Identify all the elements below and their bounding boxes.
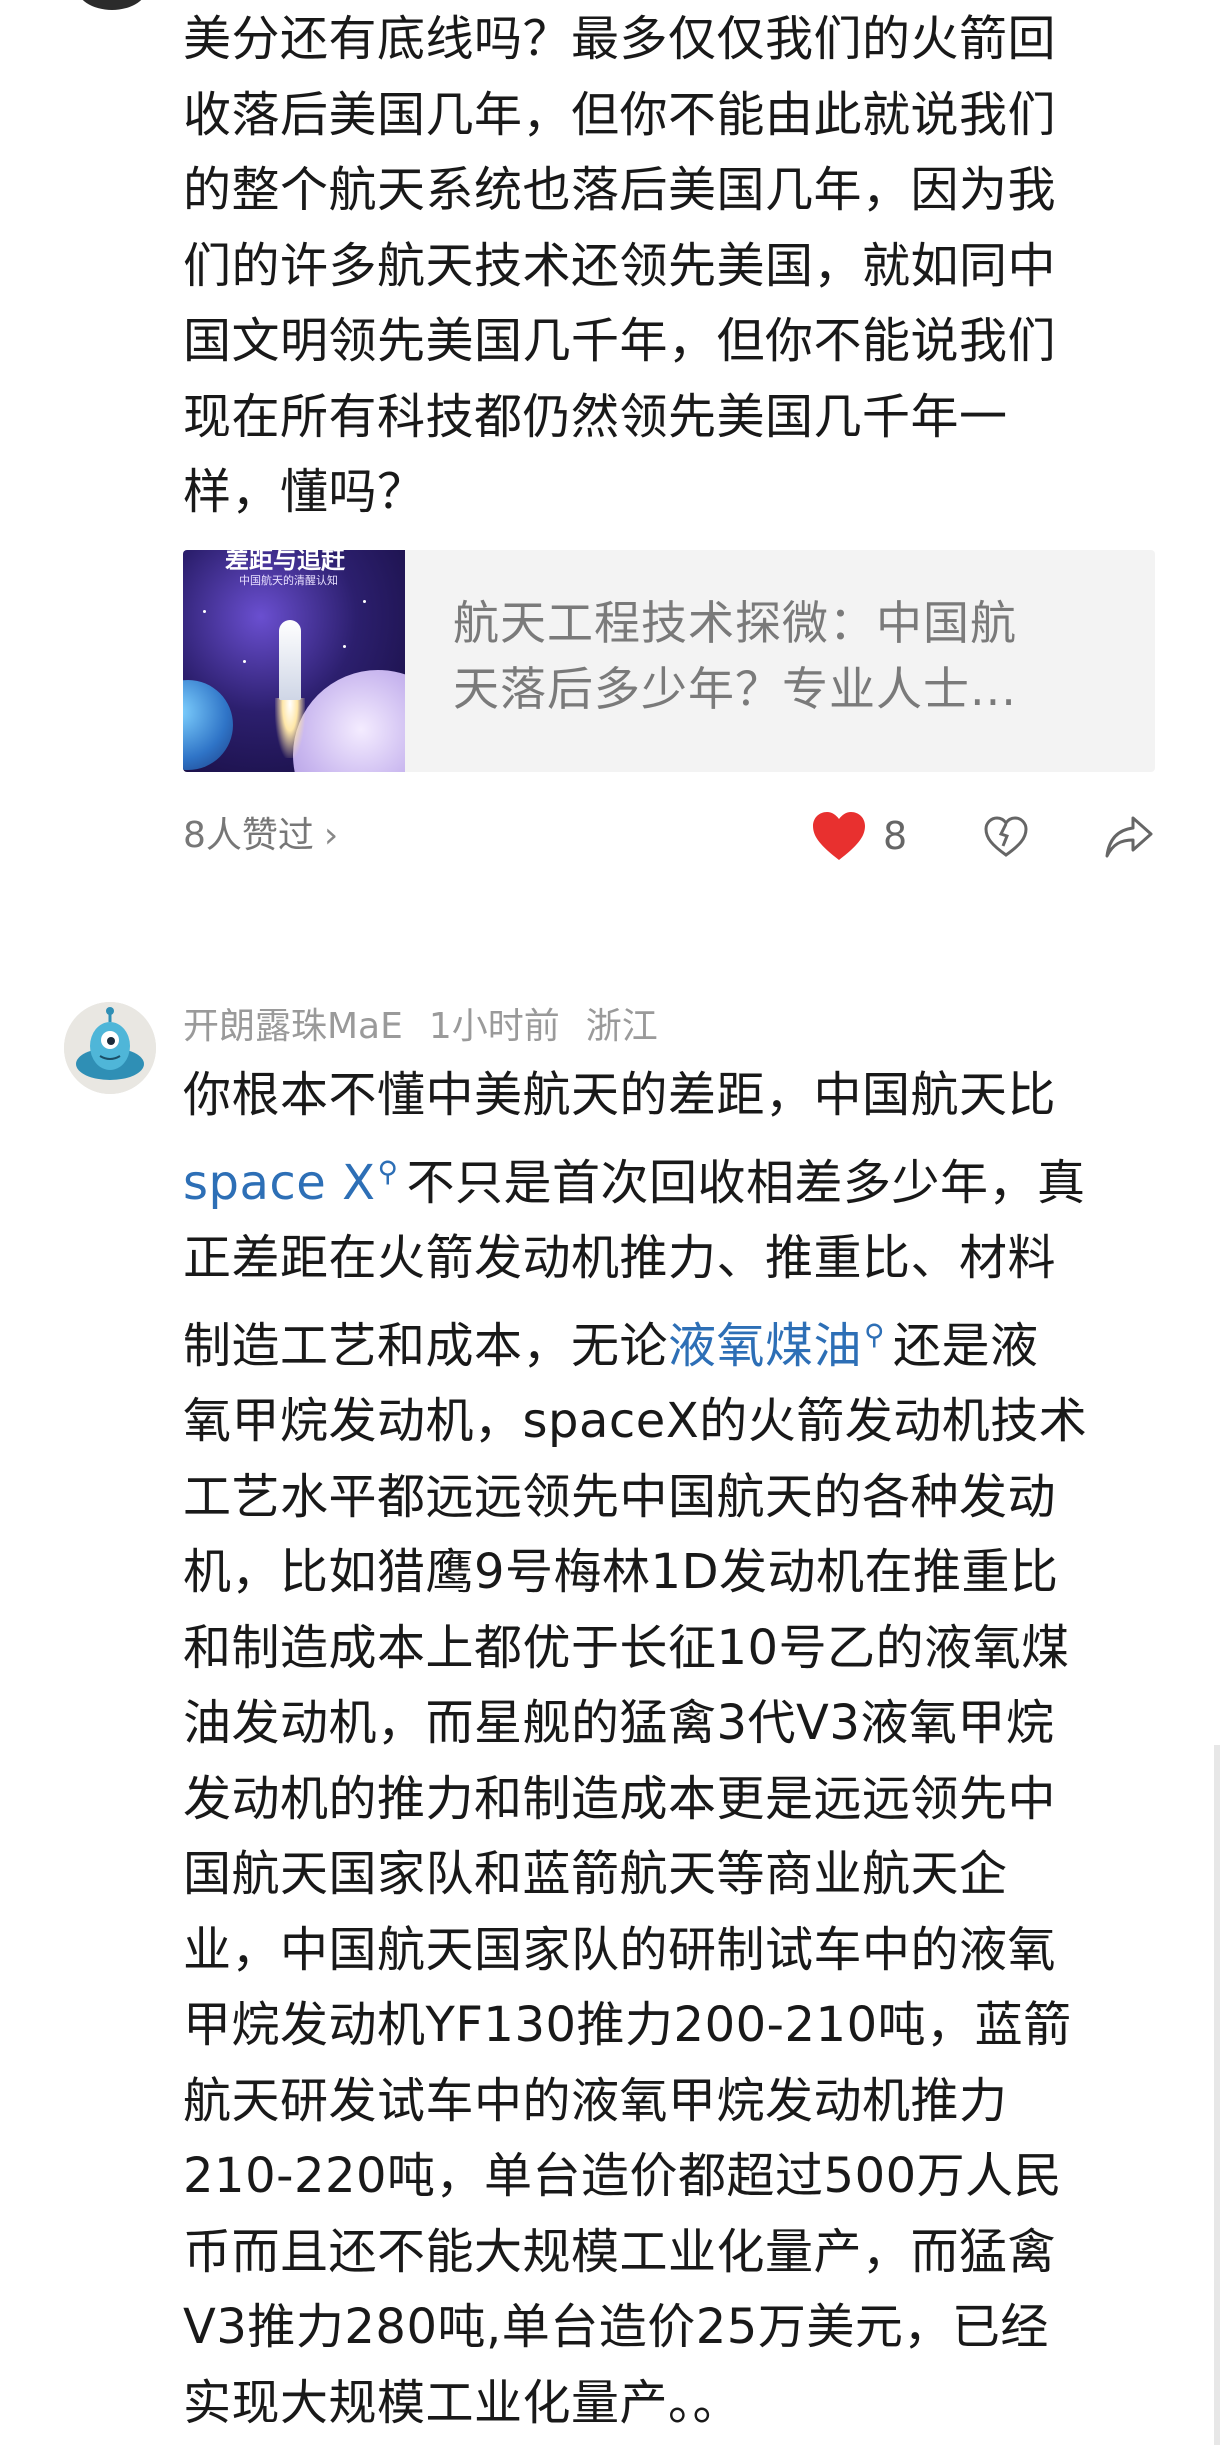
comment-text-line: V3推力280吨,单台造价25万美元，已经 (183, 2299, 1049, 2355)
thumbnail-subtitle: 中国航天的清醒认知 (239, 574, 338, 587)
comment-text-line: 制造工艺和成本，无论液氧煤油⚲ 还是液 (183, 1297, 1143, 1385)
chevron-right-icon: › (323, 815, 339, 856)
share-button[interactable] (1103, 812, 1155, 862)
alien-avatar-icon (64, 1002, 156, 1094)
like-count: 8 (883, 814, 908, 858)
avatar[interactable] (64, 1002, 156, 1094)
likes-summary-link[interactable]: 8人赞过 › (183, 808, 338, 864)
comment-action-bar: 8人赞过 › 8 (183, 808, 1163, 864)
comment-text-line: 的整个航天系统也落后美国几年，因为我 (183, 162, 1057, 218)
username[interactable]: 开朗露珠MaE (183, 1006, 403, 1047)
comment-text-fragment: 还是液 (893, 1317, 1039, 1374)
location: 浙江 (585, 1006, 658, 1047)
comment-text-line: 业，中国航天国家队的研制试车中的液氧 (183, 1921, 1057, 1978)
comment-text-line: 们的许多航天技术还领先美国，就如同中 (183, 237, 1057, 294)
comment-text-line: 美分还有底线吗？最多仅仅我们的火箭回 (183, 11, 1057, 67)
comment-text-line: 国文明领先美国几千年，但你不能说我们 (183, 313, 1057, 369)
comment-text-line: 航天研发试车中的液氧甲烷发动机推力 (183, 2072, 1008, 2129)
heart-outline-button[interactable] (981, 812, 1031, 862)
comment-text-line: 收落后美国几年，但你不能由此就说我们 (183, 86, 1057, 143)
lox-kerosene-search-link[interactable]: 液氧煤油 (668, 1318, 862, 1374)
search-icon[interactable]: ⚲ (864, 1297, 885, 1373)
comment-text-line: 币而且还不能大规模工业化量产，而猛禽 (183, 2223, 1057, 2280)
comment-1-text: 美分还有底线吗？最多仅仅我们的火箭回 收落后美国几年，但你不能由此就说我们 的整… (183, 2, 1143, 531)
search-icon[interactable]: ⚲ (377, 1134, 398, 1210)
comment-text-line: 发动机的推力和制造成本更是远远领先中 (183, 1770, 1057, 1827)
space-x-search-link[interactable]: space X (183, 1155, 375, 1211)
comment-text-line: 210-220吨，单台造价都超过500万人民 (183, 2148, 1063, 2204)
likes-summary-label: 8人赞过 (183, 815, 314, 856)
comment-2-text: 你根本不懂中美航天的差距，中国航天比 space X⚲ 不只是首次回收相差多少年，… (183, 1058, 1143, 2441)
comment-text-line: 正差距在火箭发动机推力、推重比、材料 (183, 1230, 1057, 1286)
heart-outline-icon (984, 816, 1028, 857)
article-title: 航天工程技术探微：中国航 天落后多少年？专业人士... (453, 590, 1133, 722)
comment-text-line: 氧甲烷发动机，spaceX的火箭发动机技术 (183, 1393, 1088, 1449)
previous-user-avatar[interactable] (76, 0, 148, 10)
comment-text-line: 国航天国家队和蓝箭航天等商业航天企 (183, 1846, 1008, 1902)
scrollbar[interactable] (1214, 1745, 1220, 2445)
comment-text-line: 现在所有科技都仍然领先美国几千年一 (183, 388, 1008, 445)
share-icon (1105, 816, 1153, 858)
like-button[interactable]: 8 (811, 808, 961, 864)
comment-text-fragment: 不只是首次回收相差多少年，真 (406, 1154, 1086, 1211)
comment-text-line: 你根本不懂中美航天的差距，中国航天比 (183, 1067, 1057, 1123)
comment-text-fragment: 制造工艺和成本，无论 (183, 1317, 669, 1374)
comment-text-line: 样，懂吗？ (183, 464, 426, 520)
heart-filled-icon (813, 812, 865, 860)
comment-text-line: 工艺水平都远远领先中国航天的各种发动 (183, 1468, 1057, 1525)
comment-text-line: space X⚲ 不只是首次回收相差多少年，真 (183, 1134, 1143, 1222)
comment-text-line: 油发动机，而星舰的猛禽3代V3液氧甲烷 (183, 1695, 1055, 1751)
comment-2-meta: 开朗露珠MaE 1小时前 浙江 (183, 1002, 684, 1052)
article-thumbnail: 差距与追赶 中国航天的清醒认知 (183, 550, 405, 772)
rocket-icon (279, 620, 301, 700)
timestamp: 1小时前 (428, 1006, 560, 1047)
article-title-line: 航天工程技术探微：中国航 (453, 596, 1017, 650)
article-link-card[interactable]: 差距与追赶 中国航天的清醒认知 航天工程技术探微：中国航 天落后多少年？专业人士… (183, 550, 1155, 772)
comment-text-line: 实现大规模工业化量产。。 (183, 2374, 742, 2431)
comment-text-line: 和制造成本上都优于长征10号乙的液氧煤 (183, 1619, 1070, 1676)
article-title-line: 天落后多少年？专业人士... (453, 662, 1017, 716)
comment-text-line: 机，比如猎鹰9号梅林1D发动机在推重比 (183, 1544, 1059, 1600)
comment-text-line: 甲烷发动机YF130推力200-210吨，蓝箭 (183, 1997, 1072, 2053)
